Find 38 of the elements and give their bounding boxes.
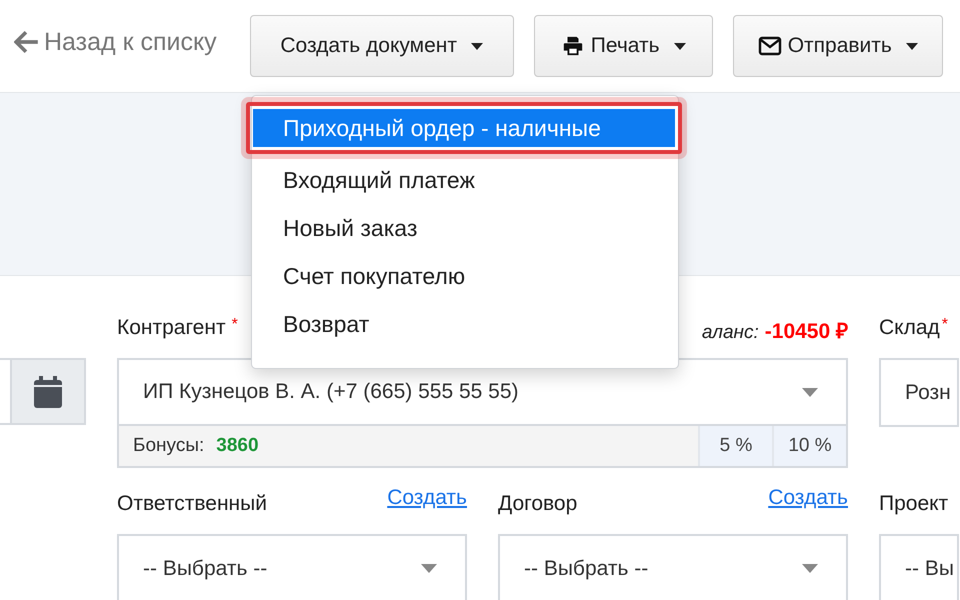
required-mark: *: [232, 316, 238, 334]
caret-icon: [674, 42, 686, 50]
caret-icon: [470, 42, 483, 50]
menu-item[interactable]: Приходный ордер - наличные: [253, 109, 675, 147]
create-document-button[interactable]: Создать документ: [250, 15, 514, 77]
field-label: Склад: [879, 316, 940, 340]
text-field[interactable]: Розн: [879, 358, 959, 427]
envelope-icon: [758, 36, 782, 56]
dropdown-arrow-icon: [802, 388, 818, 396]
menu-item[interactable]: Возврат: [252, 300, 674, 348]
menu-item[interactable]: Счет покупателю: [252, 252, 674, 300]
calendar-icon: [34, 376, 62, 408]
print-button[interactable]: Печать: [534, 15, 713, 77]
select-field[interactable]: -- Выбрать --: [498, 534, 848, 600]
balance-label: аланс:: [702, 322, 759, 344]
send-button[interactable]: Отправить: [732, 15, 943, 77]
field-label: Контрагент: [117, 316, 226, 340]
discount-button[interactable]: 10 %: [772, 426, 846, 466]
field-label: Проект: [879, 492, 948, 516]
required-mark: *: [942, 316, 948, 334]
back-arrow-icon: [14, 29, 40, 55]
create-link[interactable]: Создать: [387, 486, 467, 510]
calendar-button[interactable]: [10, 358, 86, 425]
bonus-label: Бонусы:: [133, 435, 204, 457]
dropdown-arrow-icon: [421, 564, 437, 573]
discount-button[interactable]: 5 %: [698, 426, 772, 466]
field-label: Ответственный: [117, 492, 267, 516]
select-field[interactable]: -- Выбрать --: [117, 534, 467, 600]
select-field[interactable]: -- Вы: [879, 534, 959, 600]
menu-item[interactable]: Входящий платеж: [252, 156, 674, 204]
bonus-value: 3860: [216, 435, 259, 457]
menu-item[interactable]: Новый заказ: [252, 204, 674, 252]
balance-value: -10450 ₽: [764, 319, 848, 344]
field-label: Договор: [498, 492, 578, 516]
back-link[interactable]: Назад к списку: [14, 28, 217, 56]
caret-icon: [906, 42, 918, 50]
create-link[interactable]: Создать: [768, 486, 848, 510]
dropdown-arrow-icon: [802, 564, 818, 573]
